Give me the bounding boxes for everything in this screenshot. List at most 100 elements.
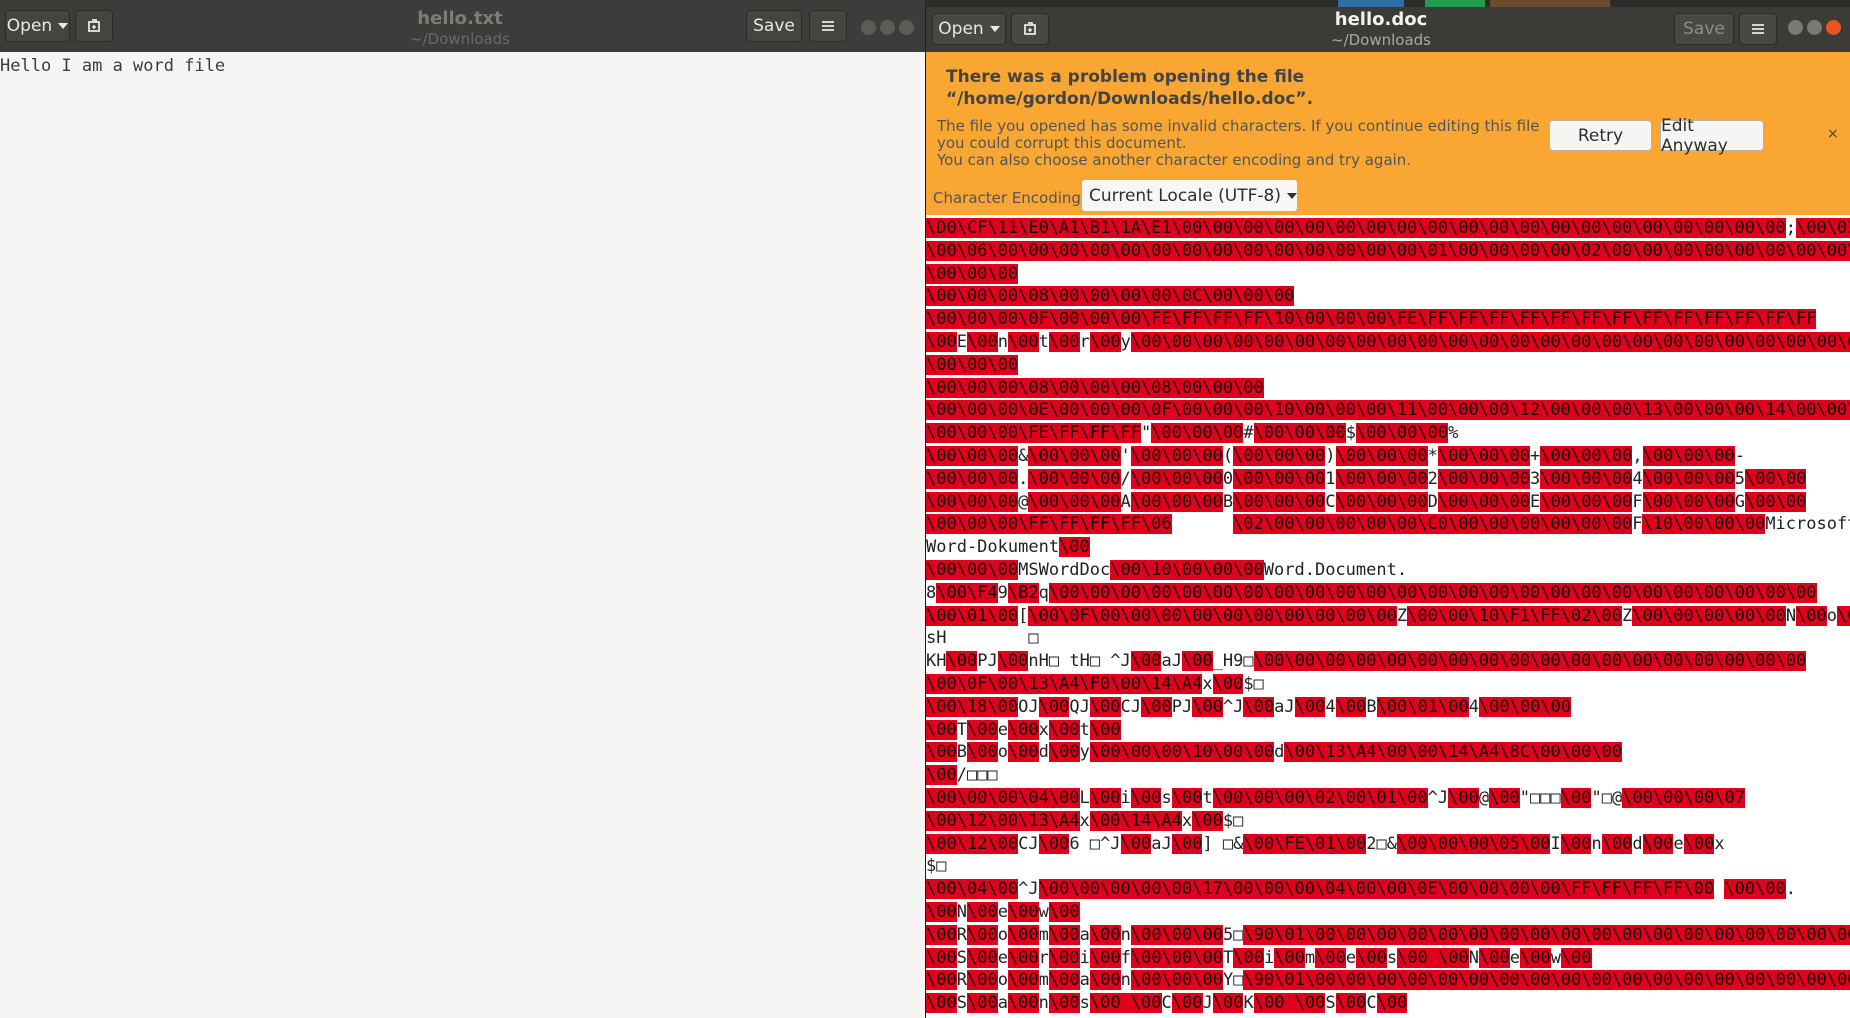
text-run [1714,879,1724,899]
text-run: ^J [1427,787,1449,808]
invalid-bytes: \00\00\00 [1478,696,1572,717]
invalid-bytes: \00 [966,947,998,968]
left-new-tab-button[interactable] [75,10,113,42]
text-line: \00\00\00\04\00L\00i\00s\00t\00\00\00\02… [926,787,1850,810]
invalid-bytes: \00 [1141,696,1172,717]
invalid-bytes: \00 [1048,742,1080,763]
invalid-bytes: \00\12\00\13\A4 [926,810,1080,831]
invalid-bytes: \00 [1181,651,1213,672]
invalid-bytes: \00\00\00 [926,263,1019,284]
text-run: T [956,719,967,740]
invalid-bytes: \00 [1376,993,1408,1014]
text-run: A [1120,491,1131,512]
invalid-bytes: \00\F4 [936,582,998,603]
text-line: \00N\00e\00w\00 [926,901,1850,924]
text-run: t [1079,719,1090,740]
right-header-bar: Open hello.doc ~/Downloads Save [926,7,1850,52]
invalid-bytes: \00 \00 [1397,947,1469,968]
new-document-icon [88,19,100,32]
invalid-bytes: \00\00\00 [1233,491,1326,512]
invalid-bytes: \00\00\00 [1028,468,1121,489]
invalid-bytes: \00 [1048,331,1080,352]
invalid-bytes: \00 [1120,833,1152,854]
text-run: r [1038,947,1049,968]
text-run: $□ [1243,673,1264,694]
text-run: aJ [1161,651,1182,672]
text-run: # [1243,423,1254,444]
invalid-bytes: \00 [1560,833,1592,854]
text-run: L [1079,787,1090,808]
invalid-bytes: \00 [926,947,957,968]
text-run: i [1120,787,1131,808]
invalid-bytes: \00\00\00 [1642,468,1735,489]
minimize-icon[interactable] [861,20,876,35]
text-line: \00\00\00.\00\00\00/\00\00\000\00\00\001… [926,468,1850,491]
infobar-message: The file you opened has some invalid cha… [937,118,1547,169]
left-window-subtitle: ~/Downloads [410,30,510,48]
text-run: ; [1785,218,1796,238]
text-run [1172,514,1233,534]
left-open-button[interactable]: Open [5,10,70,42]
panel-indicator [1490,0,1610,7]
encoding-select-value: Current Locale (UTF-8) [1089,185,1281,206]
infobar-close-icon[interactable]: × [1827,126,1839,142]
invalid-bytes: \00 [1642,833,1674,854]
text-run: S [1325,993,1336,1014]
invalid-bytes: \90\01\00\00\00\00\00\00\00\00\00\00\00\… [1243,924,1850,945]
right-save-button[interactable]: Save [1674,13,1734,45]
text-line: \00B\00o\00d\00y\00\00\00\10\00\00d\00\1… [926,741,1850,764]
minimize-icon[interactable] [1788,20,1803,35]
text-run: C [1161,993,1172,1014]
maximize-icon[interactable] [1807,20,1822,35]
text-line: \00E\00n\00t\00r\00y\00\00\00\00\00\00\0… [926,331,1850,354]
text-run: e [1345,947,1357,968]
invalid-bytes: \00\00\00 [1642,445,1735,466]
invalid-bytes: \00\01\00 [926,605,1019,626]
text-line: \00S\00a\00n\00s\00 \00C\00J\00K\00 \00S… [926,992,1850,1015]
invalid-bytes: \00\00\00 [1028,491,1121,512]
left-menu-button[interactable] [809,10,847,42]
text-run: 4 [1325,696,1336,717]
invalid-bytes: \00 [1212,673,1244,694]
text-run: 1 [1325,468,1336,489]
invalid-bytes: \00 [1335,993,1367,1014]
left-save-button[interactable]: Save [746,10,802,42]
invalid-bytes: \00\00\00 [1151,423,1244,444]
edit-anyway-button[interactable]: Edit Anyway [1660,116,1764,156]
maximize-icon[interactable] [880,20,895,35]
text-run: Word-Dokument [926,537,1060,558]
right-new-tab-button[interactable] [1011,13,1049,45]
invalid-bytes: \00 [1233,947,1264,968]
invalid-bytes: \00 [1048,719,1080,740]
text-line: \00\00\00@\00\00\00A\00\00\00B\00\00\00C… [926,491,1850,514]
invalid-bytes: \00\00\00 [1130,924,1223,945]
close-icon[interactable] [1826,20,1841,35]
encoding-select[interactable]: Current Locale (UTF-8) [1081,179,1298,212]
invalid-bytes: \00\00\00 [1437,491,1530,512]
text-line: \00/□□□ [926,764,1850,787]
left-save-label: Save [753,16,795,36]
invalid-bytes: \00 [1007,331,1039,352]
invalid-bytes: \00 [1007,742,1039,763]
invalid-bytes: \00 [1274,947,1305,968]
invalid-bytes: \00 [1519,947,1551,968]
invalid-bytes: \00 [1089,331,1121,352]
invalid-bytes: \00 [1007,970,1039,991]
binary-text-view[interactable]: \D0\CF\11\E0\A1\B1\1A\E1\00\00\00\00\00\… [926,217,1850,1018]
text-run: 5 [1734,468,1745,489]
text-run: E [956,331,967,352]
text-run: R [956,970,967,991]
text-line: \00S\00e\00r\00i\00f\00\00\00T\00i\00m\0… [926,947,1850,970]
left-text-area[interactable]: Hello I am a word file [0,52,925,78]
text-run: q [1038,582,1049,603]
text-run: x [1714,833,1725,854]
invalid-bytes: \00 [966,924,998,945]
right-menu-button[interactable] [1739,13,1777,45]
text-run: "□□□ [1519,787,1561,808]
invalid-bytes: \00\00\00\00\00\00\00\00\00\00\00\00\00\… [1253,651,1807,672]
invalid-bytes: \00 [1171,993,1203,1014]
close-icon[interactable] [899,20,914,35]
text-run: KH [926,651,947,672]
retry-button[interactable]: Retry [1549,120,1652,151]
right-open-button[interactable]: Open [932,13,1006,45]
